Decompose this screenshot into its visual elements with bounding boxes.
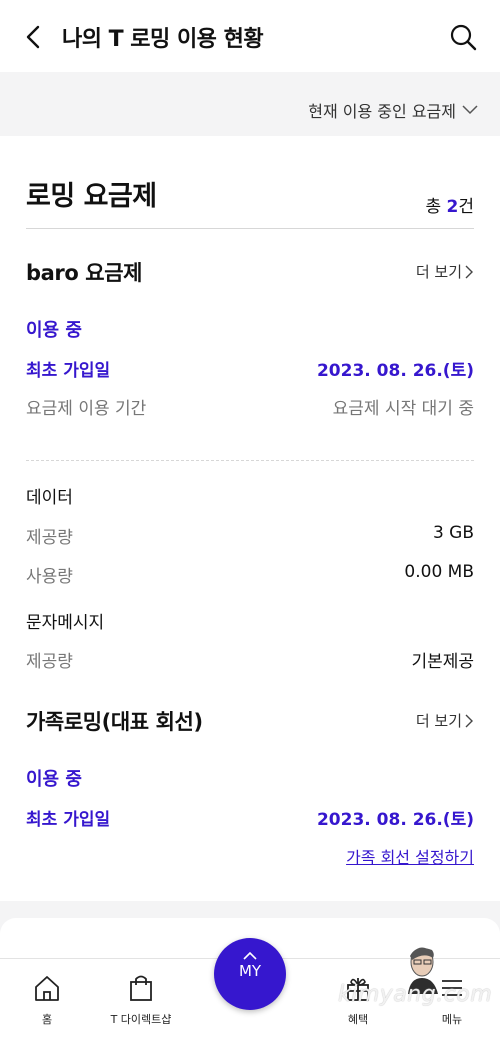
shopping-bag-icon <box>130 975 152 1001</box>
roaming-plan-card: 로밍 요금제 총 2건 baro 요금제 더 보기 이용 중 최초 가입일 20… <box>0 136 500 901</box>
sms-title: 문자메시지 <box>26 613 105 633</box>
family-line-settings-link[interactable]: 가족 회선 설정하기 <box>346 844 474 868</box>
my-button-label: MY <box>238 962 262 980</box>
data-used-row: 사용량 0.00 MB <box>26 562 474 587</box>
filter-bar: 현재 이용 중인 요금제 <box>0 72 500 136</box>
data-title: 데이터 <box>26 488 73 508</box>
join-date-row: 최초 가입일 2023. 08. 26.(토) <box>26 361 474 381</box>
tab-direct-shop[interactable]: T 다이렉트샵 <box>96 973 186 1027</box>
plan-filter-label: 현재 이용 중인 요금제 <box>308 102 456 121</box>
sms-provided-row: 제공량 기본제공 <box>26 652 474 672</box>
plan-count: 총 2건 <box>425 197 474 217</box>
join-date-row: 최초 가입일 2023. 08. 26.(토) <box>26 810 474 830</box>
plan-status: 이용 중 <box>26 769 82 790</box>
back-arrow-icon[interactable] <box>20 22 48 52</box>
tab-home[interactable]: 홈 <box>2 973 92 1027</box>
chevron-down-icon <box>462 105 478 115</box>
chevron-right-icon <box>465 714 473 727</box>
chevron-up-icon <box>243 951 257 960</box>
plan-more-link[interactable]: 더 보기 <box>416 261 474 282</box>
plan-name: 가족로밍(대표 회선) <box>26 710 203 734</box>
chevron-right-icon <box>465 265 473 278</box>
plan-name: baro 요금제 <box>26 261 143 285</box>
section-title: 로밍 요금제 <box>26 181 157 212</box>
divider <box>26 228 474 229</box>
data-provided-row: 제공량 3 GB <box>26 523 474 548</box>
divider <box>26 460 474 461</box>
home-icon <box>35 976 59 1001</box>
my-floating-button[interactable]: MY <box>214 938 286 1010</box>
search-icon[interactable] <box>448 22 478 52</box>
plan-more-link[interactable]: 더 보기 <box>416 710 474 731</box>
plan-filter-dropdown[interactable]: 현재 이용 중인 요금제 <box>308 98 478 122</box>
page-title: 나의 T 로밍 이용 현황 <box>62 27 264 52</box>
app-header: 나의 T 로밍 이용 현황 <box>0 0 500 72</box>
plan-status: 이용 중 <box>26 320 82 341</box>
watermark-text: kimyang.com <box>338 982 493 1007</box>
period-row: 요금제 이용 기간 요금제 시작 대기 중 <box>26 399 474 419</box>
